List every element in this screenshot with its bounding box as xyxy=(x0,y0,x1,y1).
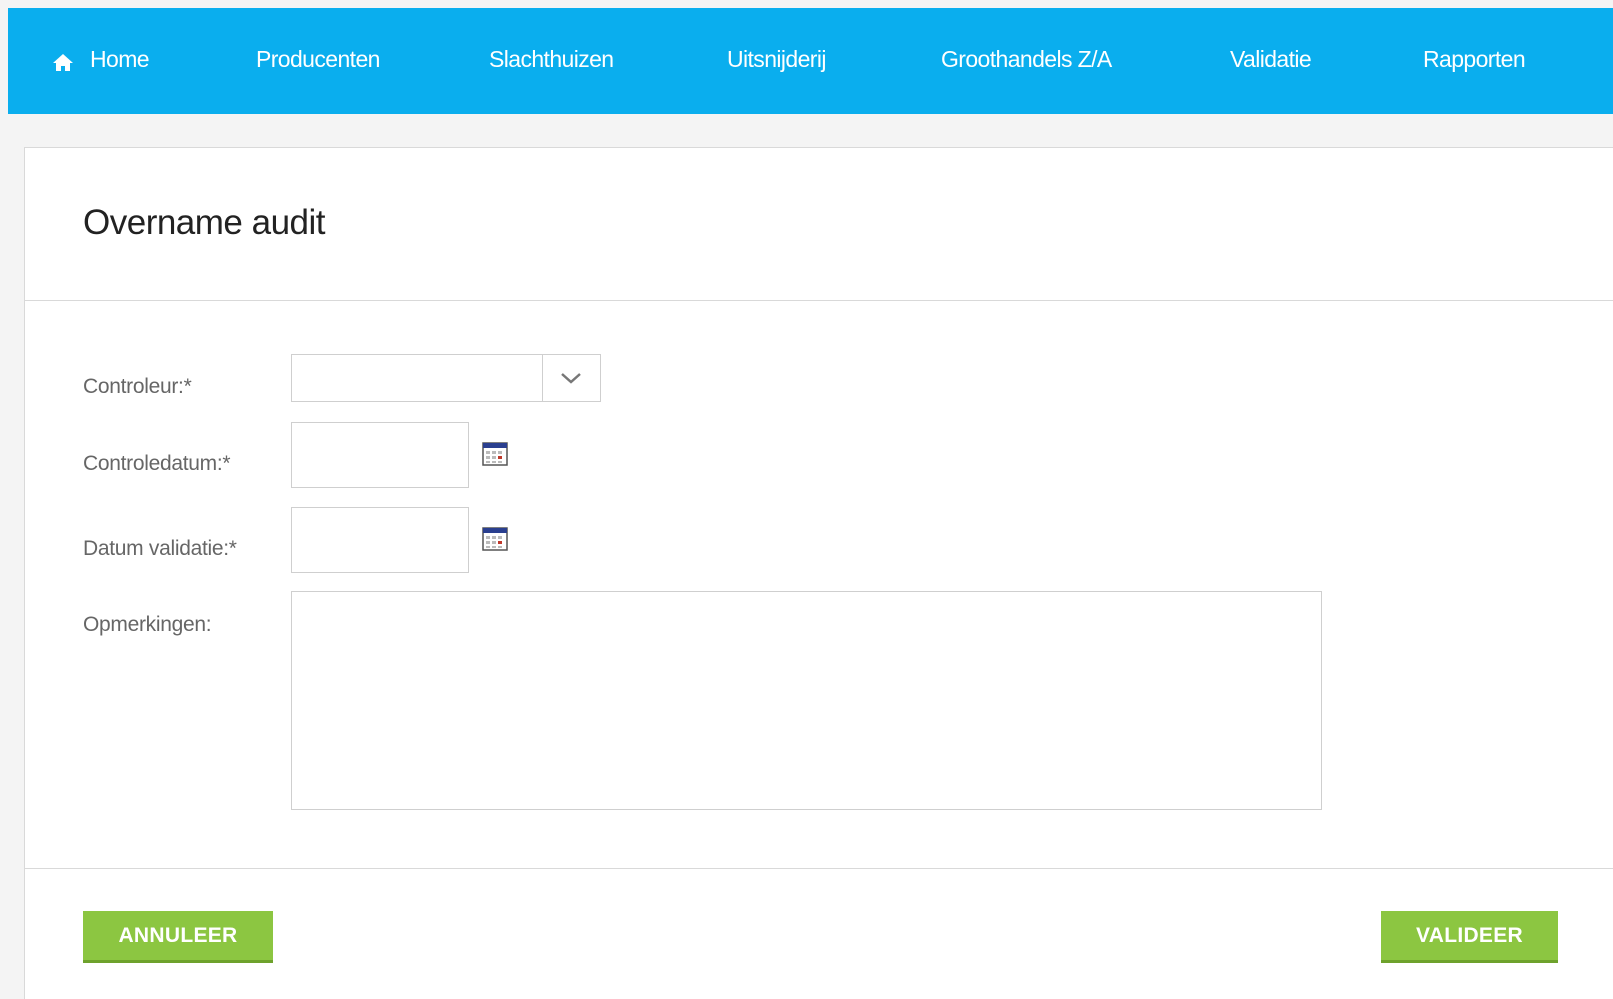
validate-button[interactable]: VALIDEER xyxy=(1381,911,1558,963)
calendar-icon[interactable] xyxy=(482,442,508,466)
opmerkingen-textarea[interactable] xyxy=(291,591,1322,810)
nav-home[interactable]: Home xyxy=(90,46,150,73)
cancel-button[interactable]: ANNULEER xyxy=(83,911,273,963)
select-separator xyxy=(542,355,543,401)
controleur-label: Controleur:* xyxy=(83,375,192,398)
footer-divider xyxy=(25,868,1613,869)
datum-validatie-input[interactable] xyxy=(291,507,469,573)
audit-form-card: Overname audit Controleur:* Controledatu… xyxy=(24,147,1613,999)
nav-producenten[interactable]: Producenten xyxy=(256,46,380,73)
header-divider xyxy=(25,300,1613,301)
calendar-icon[interactable] xyxy=(482,527,508,551)
nav-rapporten[interactable]: Rapporten xyxy=(1423,46,1526,73)
nav-groothandels[interactable]: Groothandels Z/A xyxy=(941,46,1112,73)
controledatum-label: Controledatum:* xyxy=(83,452,231,475)
page-title: Overname audit xyxy=(83,203,326,242)
datum-validatie-label: Datum validatie:* xyxy=(83,537,237,560)
chevron-down-icon[interactable] xyxy=(560,370,582,386)
opmerkingen-label: Opmerkingen: xyxy=(83,613,212,636)
nav-validatie[interactable]: Validatie xyxy=(1230,46,1312,73)
controleur-select[interactable] xyxy=(291,354,601,402)
nav-slachthuizen[interactable]: Slachthuizen xyxy=(489,46,614,73)
nav-uitsnijderij[interactable]: Uitsnijderij xyxy=(727,46,826,73)
home-icon[interactable] xyxy=(52,52,74,72)
controledatum-input[interactable] xyxy=(291,422,469,488)
top-navbar: Home Producenten Slachthuizen Uitsnijder… xyxy=(8,8,1613,114)
